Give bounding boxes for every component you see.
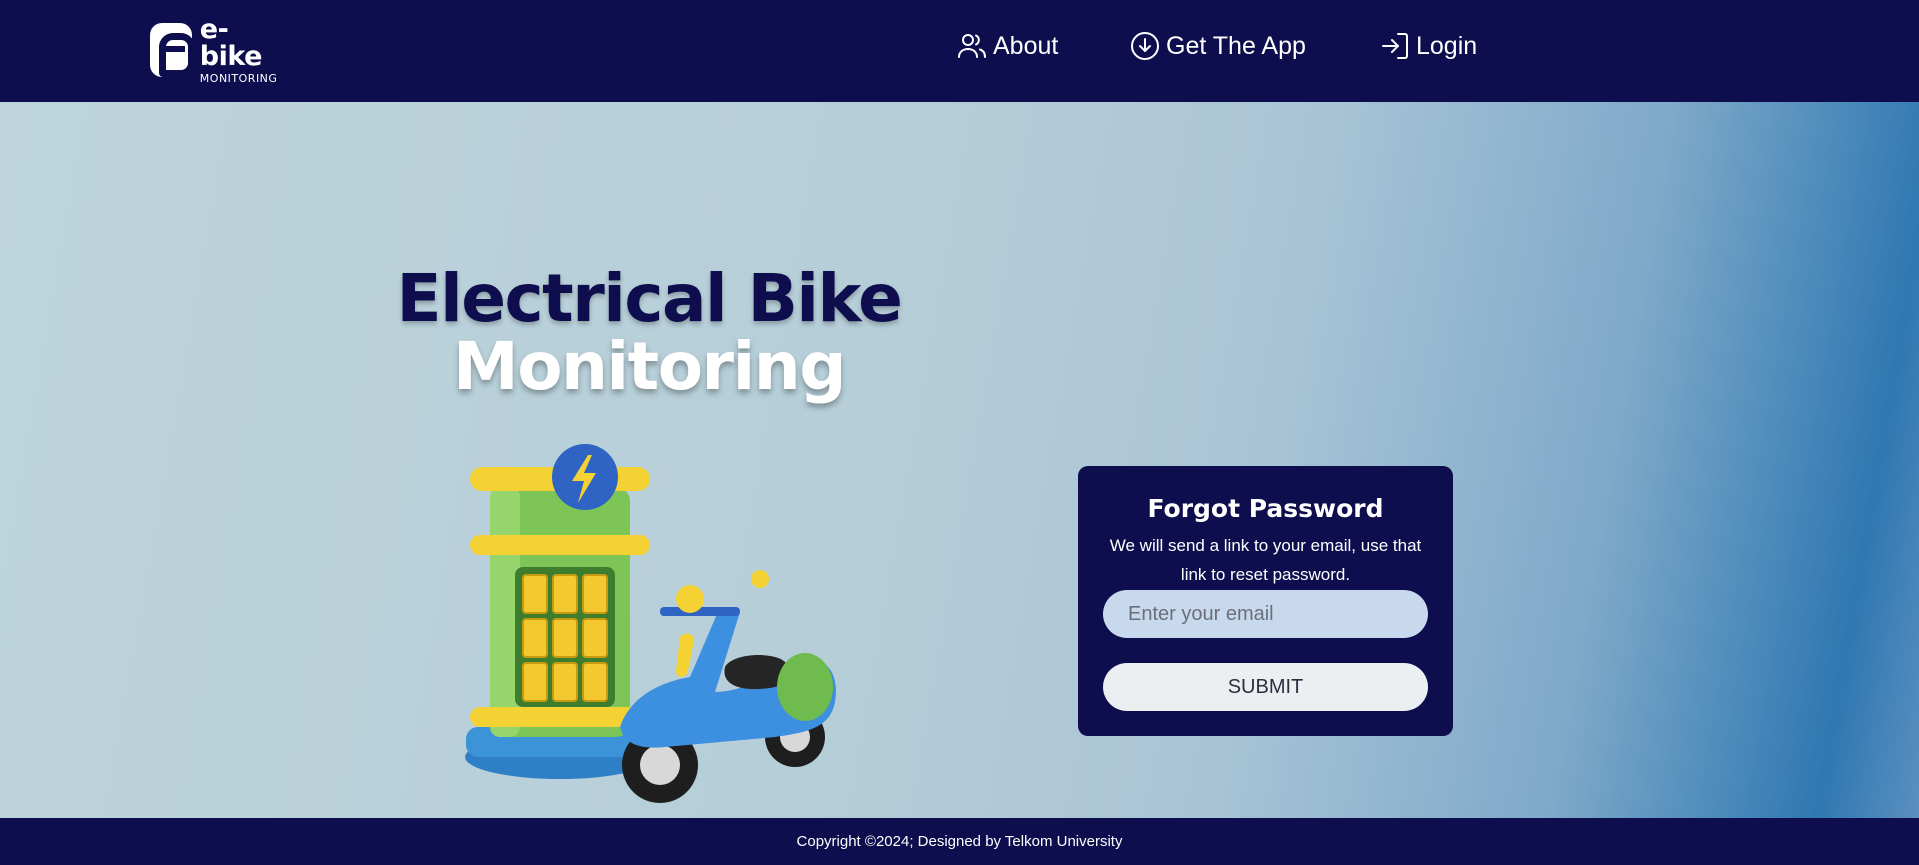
footer: Copyright ©2024; Designed by Telkom Univ… (0, 818, 1919, 865)
hero-title-line2: Monitoring (453, 328, 846, 405)
login-arrow-icon (1382, 33, 1408, 59)
hero-title-line1: Electrical Bike (396, 260, 903, 337)
nav-login-label: Login (1416, 31, 1478, 60)
brand-logo[interactable]: e-bike MONITORING (150, 16, 290, 84)
forgot-password-description: We will send a link to your email, use t… (1109, 536, 1422, 584)
nav-get-app-link[interactable]: Get The App (1130, 26, 1306, 66)
logo-e-icon (150, 23, 195, 77)
navbar: e-bike MONITORING About Get The App Logi… (0, 0, 1919, 102)
hero-title: Electrical Bike Monitoring (349, 265, 949, 401)
nav-login-link[interactable]: Login (1380, 26, 1477, 66)
nav-about-label: About (993, 31, 1059, 60)
email-input[interactable] (1103, 590, 1428, 638)
forgot-password-title: Forgot Password (1147, 494, 1384, 523)
users-icon (958, 34, 986, 58)
logo-text: e-bike MONITORING (200, 16, 290, 84)
download-circle-icon (1131, 32, 1159, 60)
nav-get-app-label: Get The App (1166, 31, 1306, 60)
brand-name: e-bike (199, 14, 263, 72)
forgot-password-card: Forgot Password We will send a link to y… (1078, 466, 1453, 736)
submit-button[interactable]: SUBMIT (1103, 663, 1428, 711)
charging-station-scooter-illustration (465, 444, 836, 803)
nav-about-link[interactable]: About (957, 26, 1058, 66)
hero-section: Electrical Bike Monitoring Forgot Passwo… (0, 102, 1919, 818)
footer-copyright: Copyright ©2024; Designed by Telkom Univ… (796, 833, 1123, 850)
brand-subtitle: MONITORING (199, 72, 278, 85)
